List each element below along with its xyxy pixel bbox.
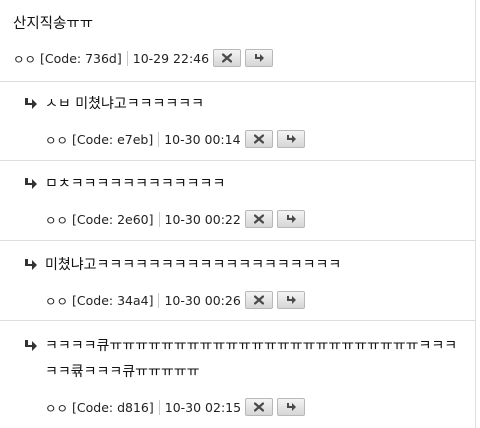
comment-code: [Code: d816]: [72, 399, 154, 415]
root-comment: 산지직송ㅠㅠ ㅇㅇ [Code: 736d] 10-29 22:46: [0, 0, 476, 82]
author-name: ㅇㅇ: [45, 212, 69, 228]
reply-arrow-icon: [287, 403, 297, 411]
comment-timestamp: 10-30 02:15: [164, 399, 242, 415]
comment-code: [Code: 2e60]: [72, 211, 154, 227]
comment-timestamp: 10-29 22:46: [132, 50, 210, 66]
meta-divider: [158, 399, 160, 415]
delete-button[interactable]: [245, 398, 274, 416]
reply-arrow-icon: [25, 259, 37, 270]
reply-meta: ㅇㅇ [Code: d816] 10-30 02:15: [45, 396, 306, 418]
reply-arrow-icon: [286, 296, 296, 304]
delete-button[interactable]: [244, 210, 273, 228]
comment-timestamp: 10-30 00:14: [164, 131, 241, 147]
reply-comment: ㅅㅂ 미쳤냐고ㅋㅋㅋㅋㅋㅋ ㅇㅇ [Code: e7eb] 10-30 00:1…: [0, 82, 476, 161]
delete-button[interactable]: [244, 130, 273, 148]
comment-code: [Code: 736d]: [40, 50, 122, 66]
close-icon: [222, 53, 233, 63]
comment-meta: ㅇㅇ [Code: 736d] 10-29 22:46: [13, 47, 274, 69]
close-icon: [253, 134, 264, 144]
author-name: ㅇㅇ: [45, 132, 69, 148]
reply-comment: ㅁㅊㅋㅋㅋㅋㅋㅋㅋㅋㅋㅋㅋㅋ ㅇㅇ [Code: 2e60] 10-30 00:…: [0, 161, 476, 241]
comment-thread: 산지직송ㅠㅠ ㅇㅇ [Code: 736d] 10-29 22:46 ㅅㅂ 미쳤…: [0, 0, 476, 428]
reply-arrow-icon: [286, 135, 296, 143]
comment-timestamp: 10-30 00:26: [164, 292, 241, 308]
reply-text: 미쳤냐고ㅋㅋㅋㅋㅋㅋㅋㅋㅋㅋㅋㅋㅋㅋㅋㅋㅋㅋㅋ: [45, 257, 342, 273]
comment-code: [Code: e7eb]: [72, 131, 154, 147]
reply-arrow-icon: [255, 54, 265, 62]
meta-divider: [158, 131, 160, 147]
comment-text: 산지직송ㅠㅠ: [13, 16, 94, 32]
reply-meta: ㅇㅇ [Code: e7eb] 10-30 00:14: [45, 128, 305, 150]
reply-text: ㅁㅊㅋㅋㅋㅋㅋㅋㅋㅋㅋㅋㅋㅋ: [45, 176, 226, 192]
reply-button[interactable]: [276, 130, 305, 148]
author-name: ㅇㅇ: [45, 400, 69, 416]
meta-divider: [158, 211, 160, 227]
reply-meta: ㅇㅇ [Code: 2e60] 10-30 00:22: [45, 208, 305, 230]
author-name: ㅇㅇ: [13, 51, 37, 67]
delete-button[interactable]: [244, 291, 273, 309]
reply-text: ㅋㅋㅋㅋ큐ㅠㅠㅠㅠㅠㅠㅠㅠㅠㅠㅠㅠㅠㅠㅠㅠㅠㅠㅠㅠㅠㅠㅠㅠㅋㅋㅋㅋㅋ큒ㅋㅋㅋ큐ㅠ…: [45, 338, 458, 380]
meta-divider: [126, 50, 128, 66]
meta-divider: [158, 292, 160, 308]
reply-button[interactable]: [276, 291, 305, 309]
delete-button[interactable]: [213, 49, 242, 67]
reply-comment: 미쳤냐고ㅋㅋㅋㅋㅋㅋㅋㅋㅋㅋㅋㅋㅋㅋㅋㅋㅋㅋㅋ ㅇㅇ [Code: 34a4] …: [0, 241, 476, 321]
reply-arrow-icon: [25, 98, 37, 109]
comment-timestamp: 10-30 00:22: [164, 211, 241, 227]
reply-button[interactable]: [277, 398, 306, 416]
reply-arrow-icon: [25, 178, 37, 189]
reply-meta: ㅇㅇ [Code: 34a4] 10-30 00:26: [45, 289, 305, 311]
reply-button[interactable]: [245, 49, 274, 67]
reply-button[interactable]: [276, 210, 305, 228]
reply-arrow-icon: [286, 215, 296, 223]
close-icon: [253, 295, 264, 305]
reply-text: ㅅㅂ 미쳤냐고ㅋㅋㅋㅋㅋㅋ: [45, 96, 205, 112]
comment-code: [Code: 34a4]: [72, 292, 154, 308]
reply-comment: ㅋㅋㅋㅋ큐ㅠㅠㅠㅠㅠㅠㅠㅠㅠㅠㅠㅠㅠㅠㅠㅠㅠㅠㅠㅠㅠㅠㅠㅠㅋㅋㅋㅋㅋ큒ㅋㅋㅋ큐ㅠ…: [0, 321, 476, 428]
reply-arrow-icon: [25, 340, 37, 351]
close-icon: [253, 214, 264, 224]
close-icon: [254, 402, 265, 412]
author-name: ㅇㅇ: [45, 293, 69, 309]
